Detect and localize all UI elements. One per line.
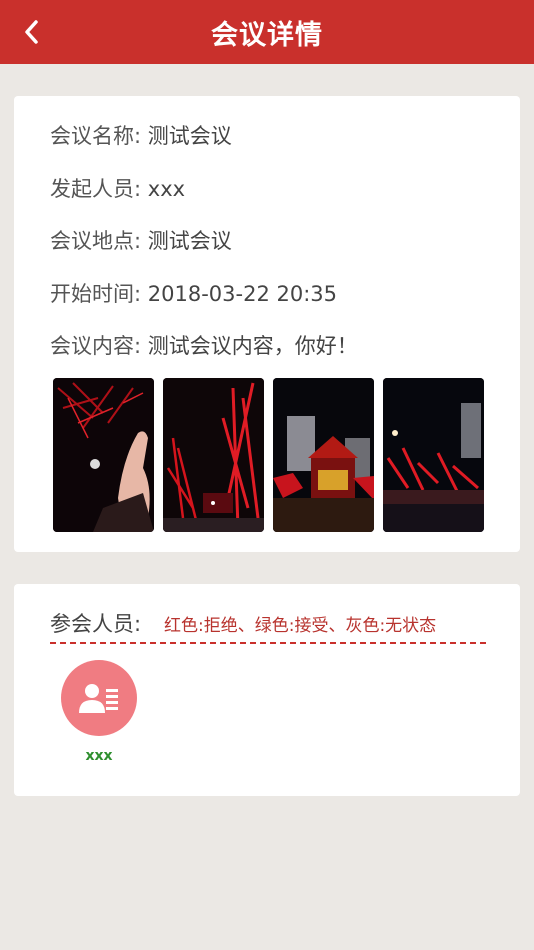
start-time-row: 开始时间: 2018-03-22 20:35 (50, 278, 337, 308)
meeting-name-label: 会议名称: (50, 124, 142, 148)
start-time-value: 2018-03-22 20:35 (147, 282, 338, 306)
content-label: 会议内容: (50, 334, 142, 358)
avatar (61, 660, 137, 736)
photo-gallery (53, 378, 484, 532)
attendee-name: xxx (85, 748, 113, 764)
photo-thumbnail-3[interactable] (273, 378, 374, 532)
meeting-name-row: 会议名称: 测试会议 (50, 120, 232, 150)
page-title: 会议详情 (211, 19, 323, 51)
content-row: 会议内容: 测试会议内容，你好！ (50, 330, 358, 360)
user-card-icon (79, 684, 118, 713)
meeting-details-card: 会议名称: 测试会议 发起人员: xxx 会议地点: 测试会议 开始时间: 20… (14, 96, 520, 552)
location-row: 会议地点: 测试会议 (50, 225, 232, 255)
photo-thumbnail-2[interactable] (163, 378, 264, 532)
app-header: 会议详情 (0, 0, 534, 64)
back-button[interactable] (14, 14, 50, 50)
attendees-label: 参会人员: (50, 612, 142, 636)
photo-thumbnail-4[interactable] (383, 378, 484, 532)
attendee-item[interactable]: xxx (61, 660, 137, 764)
dashed-divider (50, 642, 486, 644)
location-label: 会议地点: (50, 229, 142, 253)
status-legend: 红色:拒绝、绿色:接受、灰色:无状态 (164, 616, 437, 636)
content-value: 测试会议内容，你好！ (147, 334, 358, 358)
initiator-value: xxx (147, 177, 186, 201)
chevron-left-icon (25, 20, 38, 44)
initiator-label: 发起人员: (50, 177, 142, 201)
location-value: 测试会议 (147, 229, 232, 253)
photo-thumbnail-1[interactable] (53, 378, 154, 532)
attendees-card: 参会人员: 红色:拒绝、绿色:接受、灰色:无状态 xxx (14, 584, 520, 796)
initiator-row: 发起人员: xxx (50, 173, 185, 203)
meeting-name-value: 测试会议 (147, 124, 232, 148)
start-time-label: 开始时间: (50, 282, 142, 306)
